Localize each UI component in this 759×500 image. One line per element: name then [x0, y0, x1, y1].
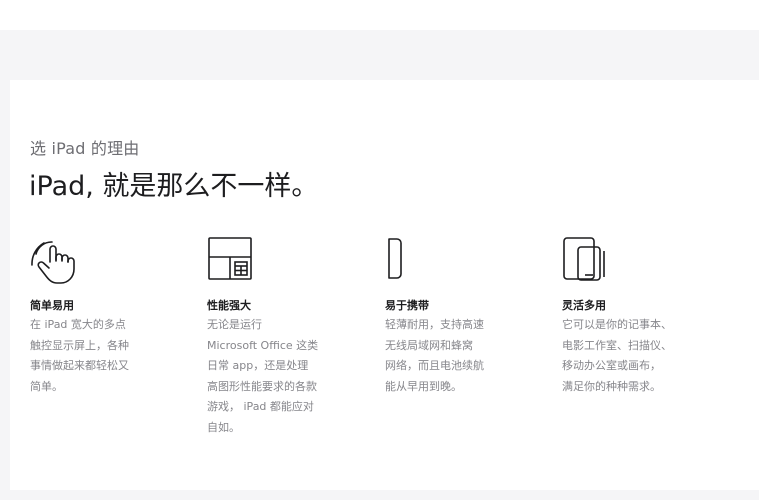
feature-powerful: 性能强大 无论是运行 Microsoft Office 这类 日常 app，还是…: [207, 235, 367, 438]
feature-description: 无论是运行 Microsoft Office 这类 日常 app，还是处理 高图…: [207, 318, 319, 434]
multitask-layout-icon: [207, 235, 263, 287]
feature-portable: 易于携带 轻薄耐用，支持高速 无线局域网和蜂窝 网络，而且电池续航 能从早用到晚…: [385, 235, 545, 397]
feature-title: 灵活多用: [562, 299, 606, 312]
feature-easy-to-use: 简单易用 在 iPad 宽大的多点 触控显示屏上，各种 事情做起来都轻松又 简单…: [30, 235, 190, 397]
feature-description: 它可以是你的记事本、 电影工作室、扫描仪、 移动办公室或画布， 满足你的种种需求…: [562, 318, 672, 393]
feature-description: 在 iPad 宽大的多点 触控显示屏上，各种 事情做起来都轻松又 简单。: [30, 318, 129, 393]
feature-versatile: 灵活多用 它可以是你的记事本、 电影工作室、扫描仪、 移动办公室或画布， 满足你…: [562, 235, 722, 397]
section-headline: iPad, 就是那么不一样。: [29, 171, 319, 202]
section-eyebrow: 选 iPad 的理由: [30, 139, 140, 158]
feature-title: 易于携带: [385, 299, 429, 312]
devices-icon: [562, 235, 618, 287]
touch-hand-icon: [30, 235, 86, 287]
reasons-card: 选 iPad 的理由 iPad, 就是那么不一样。 简单易用 在 iPad 宽大…: [10, 80, 759, 490]
feature-title: 性能强大: [207, 299, 251, 312]
thin-device-icon: [385, 235, 441, 287]
feature-description: 轻薄耐用，支持高速 无线局域网和蜂窝 网络，而且电池续航 能从早用到晚。: [385, 318, 484, 393]
top-strip: [0, 0, 759, 30]
feature-title: 简单易用: [30, 299, 74, 312]
